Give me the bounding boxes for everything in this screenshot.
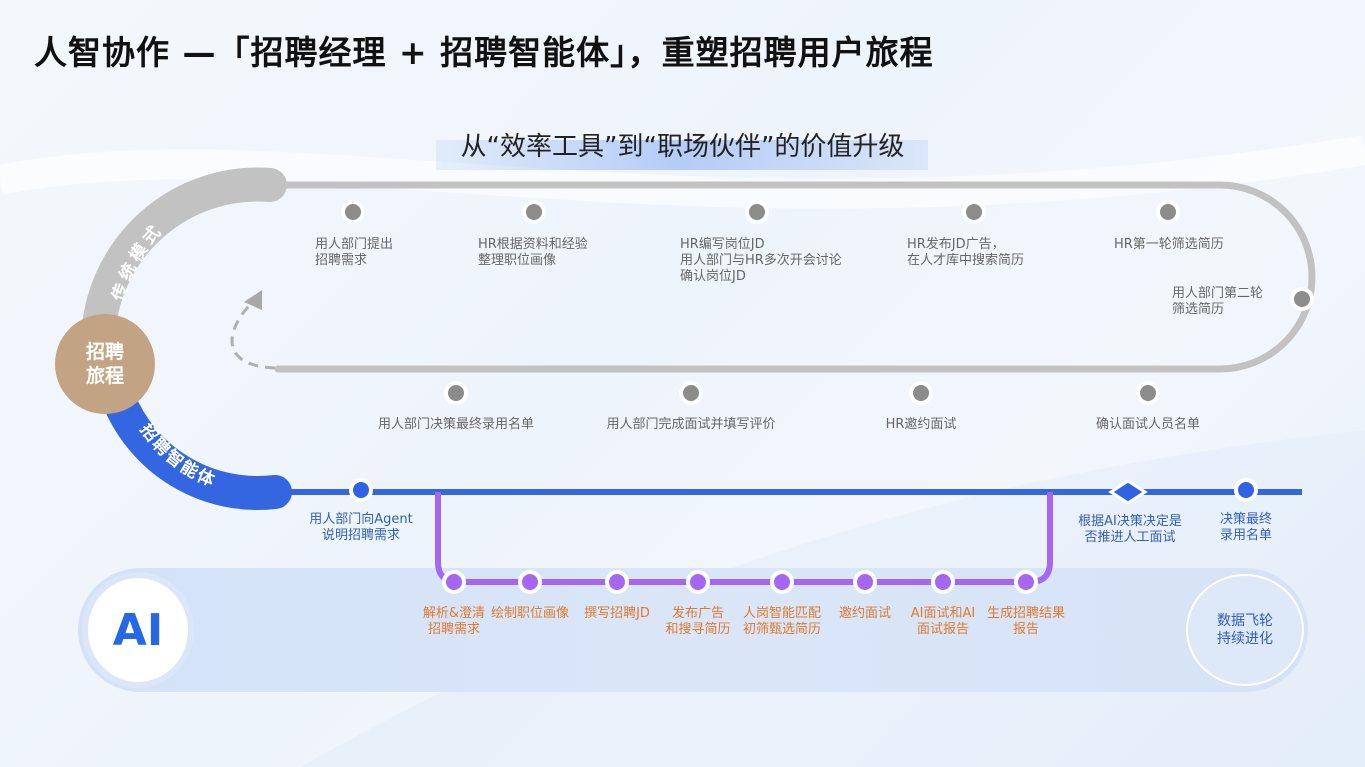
agent-step-label: 决策最终 录用名单 bbox=[1219, 512, 1272, 543]
trad-step-label: 用人部门完成面试并填写评价 bbox=[606, 417, 776, 432]
ai-step-label: 绘制职位画像 bbox=[490, 606, 569, 621]
trad-node bbox=[679, 381, 703, 405]
ai-node bbox=[605, 570, 629, 594]
journey-diagram: 传统模式 招聘智能体 bbox=[81, 167, 1316, 594]
trad-node bbox=[962, 200, 986, 224]
trad-step-label: HR第一轮筛选简历 bbox=[1114, 237, 1224, 252]
ai-node bbox=[1014, 570, 1038, 594]
agent-step-label: 根据AI决策决定是 否推进人工面试 bbox=[1078, 514, 1182, 545]
trad-node bbox=[522, 200, 546, 224]
journey-hub: 招聘 旅程 bbox=[55, 314, 155, 414]
trad-node bbox=[341, 200, 365, 224]
ai-step-label: 撰写招聘JD bbox=[584, 606, 650, 621]
ai-node bbox=[518, 570, 542, 594]
journey-slide: 人智协作 —「招聘经理 + 招聘智能体」，重塑招聘用户旅程 从“效率工具”到“职… bbox=[0, 0, 1365, 767]
ai-step-label: 人岗智能匹配 初筛甄选简历 bbox=[742, 606, 821, 637]
trad-node bbox=[1136, 381, 1160, 405]
trad-node bbox=[1156, 200, 1180, 224]
ai-node bbox=[686, 570, 710, 594]
agent-node bbox=[349, 478, 373, 502]
ai-track bbox=[435, 492, 1053, 585]
ai-node bbox=[853, 570, 877, 594]
trad-node bbox=[745, 200, 769, 224]
ai-step-label: 发布广告 和搜寻简历 bbox=[665, 606, 731, 637]
trad-step-label: 用人部门提出 招聘需求 bbox=[315, 237, 394, 268]
trad-node bbox=[444, 381, 468, 405]
ai-node bbox=[442, 570, 466, 594]
agent-decision-diamond bbox=[1108, 479, 1148, 505]
trad-step-label: 用人部门第二轮 筛选简历 bbox=[1172, 286, 1264, 317]
traditional-bottom-nodes bbox=[444, 381, 1160, 405]
trad-step-label: 确认面试人员名单 bbox=[1095, 417, 1200, 432]
trad-node bbox=[909, 381, 933, 405]
agent-node bbox=[1234, 478, 1258, 502]
ai-node bbox=[931, 570, 955, 594]
ai-step-label: AI面试和AI 面试报告 bbox=[910, 606, 976, 637]
trad-step-label: HR编写岗位JD 用人部门与HR多次开会讨论 确认岗位JD bbox=[680, 237, 842, 284]
data-flywheel-badge: 数据飞轮 持续进化 bbox=[1186, 574, 1304, 686]
agent-step-label: 用人部门向Agent 说明招聘需求 bbox=[309, 512, 413, 543]
ai-badge: AI bbox=[82, 572, 194, 688]
ai-step-label: 邀约面试 bbox=[838, 606, 891, 621]
trad-step-label: HR邀约面试 bbox=[885, 417, 957, 432]
trad-node bbox=[1290, 287, 1314, 311]
ai-node bbox=[770, 570, 794, 594]
trad-step-label: HR根据资料和经验 整理职位画像 bbox=[478, 237, 588, 268]
return-dashed-arrow bbox=[230, 298, 276, 370]
trad-step-label: 用人部门决策最终录用名单 bbox=[377, 417, 534, 432]
ai-step-label: 生成招聘结果 报告 bbox=[986, 606, 1065, 637]
trad-step-label: HR发布JD广告， 在人才库中搜索简历 bbox=[907, 237, 1025, 268]
